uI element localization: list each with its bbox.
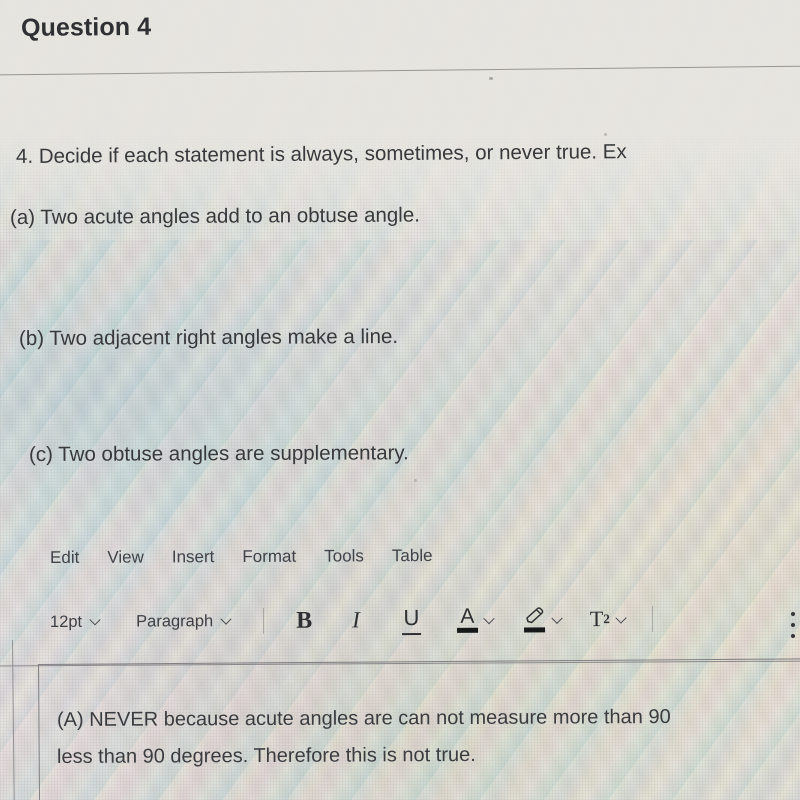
screenshot-root: Question 4 4. Decide if each statement i…: [0, 0, 800, 800]
photo-vignette: [0, 0, 800, 800]
